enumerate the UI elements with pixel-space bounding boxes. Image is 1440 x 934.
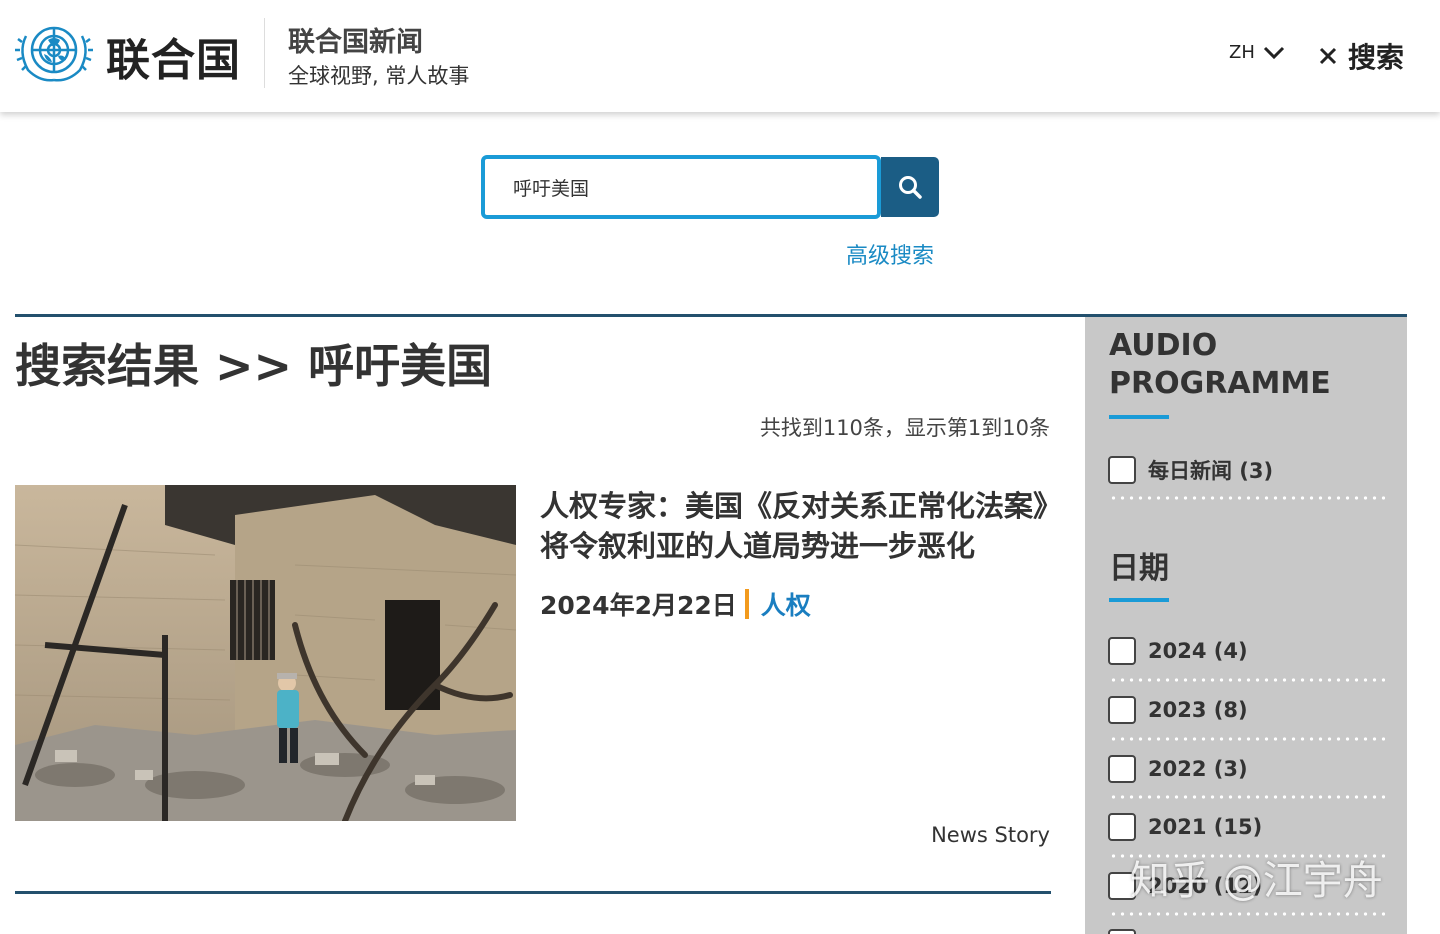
facet-year-2024[interactable]: 2024 (4) — [1108, 637, 1248, 665]
result-date: 2024年2月22日 — [540, 591, 737, 620]
facet-year-2021[interactable]: 2021 (15) — [1108, 813, 1262, 841]
org-name[interactable]: 联合国 — [106, 24, 241, 88]
search-toggle-label: 搜索 — [1348, 41, 1405, 74]
date-heading: 日期 — [1109, 551, 1169, 586]
header-divider — [264, 18, 265, 88]
language-label: ZH — [1229, 42, 1255, 63]
filter-sidebar: AUDIO PROGRAMME 每日新闻 (3) 日期 2024 (4) 202… — [1085, 317, 1407, 934]
facet-label: 2021 (15) — [1148, 815, 1263, 839]
result-category-link[interactable]: 人权 — [761, 586, 811, 622]
results-heading: 搜索结果 >> 呼吁美国 — [15, 339, 493, 393]
site-header: 联合国 联合国新闻 全球视野, 常人故事 ZH 搜索 — [0, 0, 1440, 112]
facet-checkbox[interactable] — [1108, 929, 1136, 934]
results-count: 共找到110条，显示第1到10条 — [759, 416, 1050, 440]
result-type: News Story — [931, 823, 1050, 847]
facet-partial[interactable] — [1108, 929, 1136, 934]
facet-checkbox[interactable] — [1108, 755, 1136, 783]
facet-year-2023[interactable]: 2023 (8) — [1108, 696, 1248, 724]
facet-label: 2024 (4) — [1148, 639, 1248, 663]
site-tagline: 全球视野, 常人故事 — [288, 64, 470, 88]
facet-daily-news[interactable]: 每日新闻 (3) — [1108, 455, 1273, 485]
advanced-search-link[interactable]: 高级搜索 — [846, 238, 934, 270]
close-icon — [1319, 47, 1337, 65]
chevron-down-icon — [1263, 46, 1284, 59]
result-thumbnail[interactable] — [15, 485, 516, 821]
search-form — [481, 155, 939, 219]
facet-label: 每日新闻 (3) — [1148, 459, 1274, 483]
watermark-text: 知乎 @江宇舟 — [1130, 858, 1383, 904]
facet-checkbox[interactable] — [1108, 637, 1136, 665]
site-title[interactable]: 联合国新闻 — [288, 20, 423, 59]
result-title-link[interactable]: 人权专家：美国《反对关系正常化法案》将令叙利亚的人道局势进一步恶化 — [540, 486, 1056, 566]
search-toggle-button[interactable]: 搜索 — [1318, 36, 1404, 76]
facet-label: 2022 (3) — [1148, 757, 1248, 781]
facet-checkbox[interactable] — [1108, 813, 1136, 841]
facet-label: 2023 (8) — [1148, 698, 1248, 722]
result-divider — [15, 891, 1051, 894]
audio-programme-heading: AUDIO PROGRAMME — [1109, 328, 1331, 401]
dotted-divider — [1109, 795, 1385, 799]
facet-checkbox[interactable] — [1108, 456, 1136, 484]
heading-underline — [1109, 415, 1169, 419]
result-photo — [15, 485, 516, 821]
search-input[interactable] — [481, 155, 881, 219]
meta-separator — [744, 589, 749, 619]
dotted-divider — [1109, 678, 1385, 682]
search-icon — [899, 176, 922, 199]
dotted-divider — [1109, 912, 1385, 916]
facet-year-2022[interactable]: 2022 (3) — [1108, 755, 1248, 783]
search-submit-button[interactable] — [881, 157, 939, 217]
heading-underline — [1109, 598, 1169, 602]
language-selector[interactable]: ZH — [1229, 42, 1285, 63]
facet-checkbox[interactable] — [1108, 696, 1136, 724]
dotted-divider — [1109, 496, 1385, 500]
dotted-divider — [1109, 737, 1385, 741]
un-emblem-logo[interactable] — [14, 18, 94, 86]
result-meta: 2024年2月22日 人权 — [540, 586, 811, 622]
